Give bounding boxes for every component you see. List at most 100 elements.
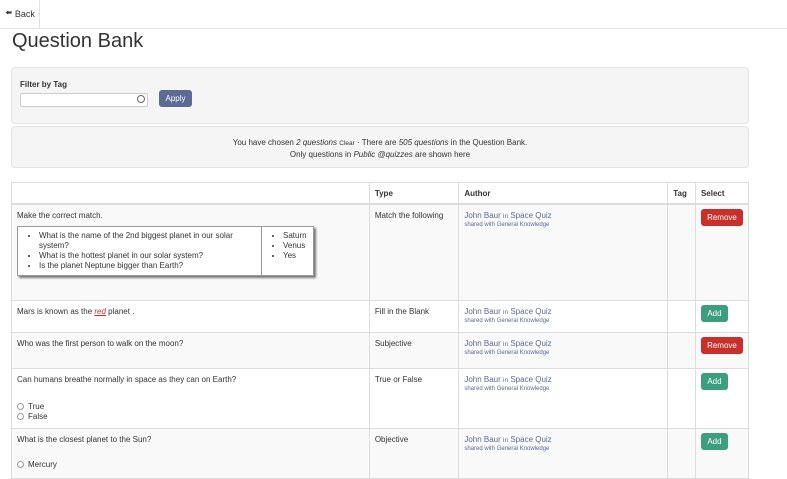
tag-cell	[667, 427, 696, 479]
total-count: 505 questions	[398, 138, 449, 147]
table-row: Who was the first person to walk on the …	[11, 331, 750, 369]
table-header-row: Type Author Tag Select	[11, 182, 750, 205]
author-link[interactable]: John Baur	[464, 211, 500, 220]
page-title: Question Bank	[12, 30, 144, 52]
shared-info: shared with General Knowledge	[464, 350, 662, 356]
info-line-2: Only questions in Public @quizzes are sh…	[12, 150, 748, 159]
add-button[interactable]: Add	[700, 372, 728, 390]
scope-label: Public @quizzes	[353, 150, 413, 159]
selection-info: You have chosen 2 questions Clear · Ther…	[11, 126, 749, 168]
back-label: Back	[14, 9, 35, 19]
quiz-link[interactable]: Space Quiz	[510, 307, 551, 316]
select-cell: Add	[694, 299, 750, 333]
shared-group-link[interactable]: General Knowledge	[497, 222, 550, 228]
select-cell: Add	[694, 427, 750, 479]
author-link[interactable]: John Baur	[464, 375, 500, 384]
header-select: Select	[694, 182, 750, 205]
author-in: in	[503, 436, 509, 444]
answer-options: Mercury	[17, 460, 364, 469]
info-line-1: You have chosen 2 questions Clear · Ther…	[12, 138, 748, 147]
info-text: in the Question Bank.	[450, 138, 528, 147]
tag-cell	[667, 331, 696, 369]
option-label: Mercury	[28, 459, 57, 469]
option-false[interactable]: False	[17, 412, 364, 421]
author-cell: John Baur in Space Quiz shared with Gene…	[458, 299, 669, 333]
question-cell: Can humans breathe normally in space as …	[11, 367, 370, 429]
tag-cell	[667, 367, 696, 429]
match-box: What is the name of the 2nd biggest plan…	[17, 226, 314, 276]
author-in: in	[503, 340, 509, 348]
shared-info: shared with General Knowledge	[464, 386, 662, 392]
table-row: Can humans breathe normally in space as …	[11, 367, 750, 429]
blank-answer: red	[94, 306, 106, 316]
select-cell: Add	[694, 367, 750, 429]
author-link[interactable]: John Baur	[464, 339, 500, 348]
apply-button[interactable]: Apply	[159, 90, 192, 107]
shared-group-link[interactable]: General Knowledge	[497, 318, 550, 324]
tag-cell	[667, 203, 696, 301]
add-button[interactable]: Add	[700, 304, 728, 322]
quiz-link[interactable]: Space Quiz	[510, 339, 551, 348]
question-text: What is the closest planet to the Sun?	[17, 434, 152, 444]
option-label: True	[28, 401, 45, 411]
select-cell: Remove	[694, 331, 750, 369]
question-text: planet .	[108, 306, 135, 316]
question-text: Make the correct match.	[17, 211, 103, 220]
radio-icon[interactable]	[17, 402, 24, 410]
question-text: Mars is known as the	[17, 306, 93, 316]
shared-group-link[interactable]: General Knowledge	[497, 386, 550, 392]
shared-group-link[interactable]: General Knowledge	[497, 446, 550, 452]
filter-label: Filter by Tag	[20, 80, 67, 89]
clear-link[interactable]: Clear	[339, 140, 355, 147]
quiz-link[interactable]: Space Quiz	[510, 375, 551, 384]
author-link[interactable]: John Baur	[464, 435, 500, 444]
info-text: Only questions in	[289, 150, 352, 159]
clear-circle-icon[interactable]	[137, 95, 145, 103]
arrow-left-icon: 🢘	[5, 7, 13, 19]
option-mercury[interactable]: Mercury	[17, 460, 364, 469]
type-cell: Fill in the Blank	[368, 299, 460, 333]
table-row: Make the correct match. What is the name…	[11, 203, 750, 301]
remove-button[interactable]: Remove	[700, 336, 743, 354]
info-text: are shown here	[414, 150, 471, 159]
select-cell: Remove	[694, 203, 750, 301]
type-cell: Match the following	[368, 203, 460, 301]
table-row: Mars is known as the red planet . Fill i…	[11, 299, 750, 333]
option-true[interactable]: True	[17, 402, 364, 411]
shared-prefix: shared with	[464, 222, 496, 228]
back-button[interactable]: 🢘 Back	[0, 0, 40, 28]
table-row: What is the closest planet to the Sun? M…	[11, 427, 750, 479]
question-table: Type Author Tag Select Make the correct …	[11, 182, 750, 479]
author-in: in	[503, 376, 509, 384]
radio-icon[interactable]	[17, 412, 24, 420]
question-cell: Who was the first person to walk on the …	[11, 331, 370, 369]
match-left-item: What is the hottest planet in our solar …	[39, 251, 261, 261]
quiz-link[interactable]: Space Quiz	[510, 435, 551, 444]
header-author: Author	[458, 182, 669, 205]
author-cell: John Baur in Space Quiz shared with Gene…	[458, 203, 669, 301]
match-left-item: Is the planet Neptune bigger than Earth?	[39, 261, 261, 271]
tag-filter-input[interactable]	[20, 93, 148, 107]
shared-prefix: shared with	[464, 445, 496, 452]
top-bar: 🢘 Back	[0, 0, 787, 29]
question-text: Can humans breathe normally in space as …	[17, 374, 237, 384]
match-right-item: Saturn	[283, 231, 313, 241]
author-in: in	[503, 308, 509, 316]
shared-prefix: shared with	[464, 317, 496, 324]
shared-info: shared with General Knowledge	[464, 446, 662, 452]
match-right-item: Yes	[283, 251, 313, 261]
radio-icon[interactable]	[17, 460, 24, 468]
shared-prefix: shared with	[464, 349, 496, 356]
remove-button[interactable]: Remove	[700, 209, 743, 226]
option-label: False	[28, 411, 48, 421]
author-link[interactable]: John Baur	[464, 307, 500, 316]
shared-group-link[interactable]: General Knowledge	[497, 350, 550, 356]
author-cell: John Baur in Space Quiz shared with Gene…	[458, 427, 669, 479]
add-button[interactable]: Add	[700, 432, 728, 450]
question-cell: What is the closest planet to the Sun? M…	[11, 427, 370, 479]
match-left-item: What is the name of the 2nd biggest plan…	[39, 231, 261, 251]
quiz-link[interactable]: Space Quiz	[510, 211, 551, 220]
match-left-column: What is the name of the 2nd biggest plan…	[18, 227, 262, 275]
author-in: in	[503, 213, 509, 220]
author-cell: John Baur in Space Quiz shared with Gene…	[458, 331, 669, 369]
